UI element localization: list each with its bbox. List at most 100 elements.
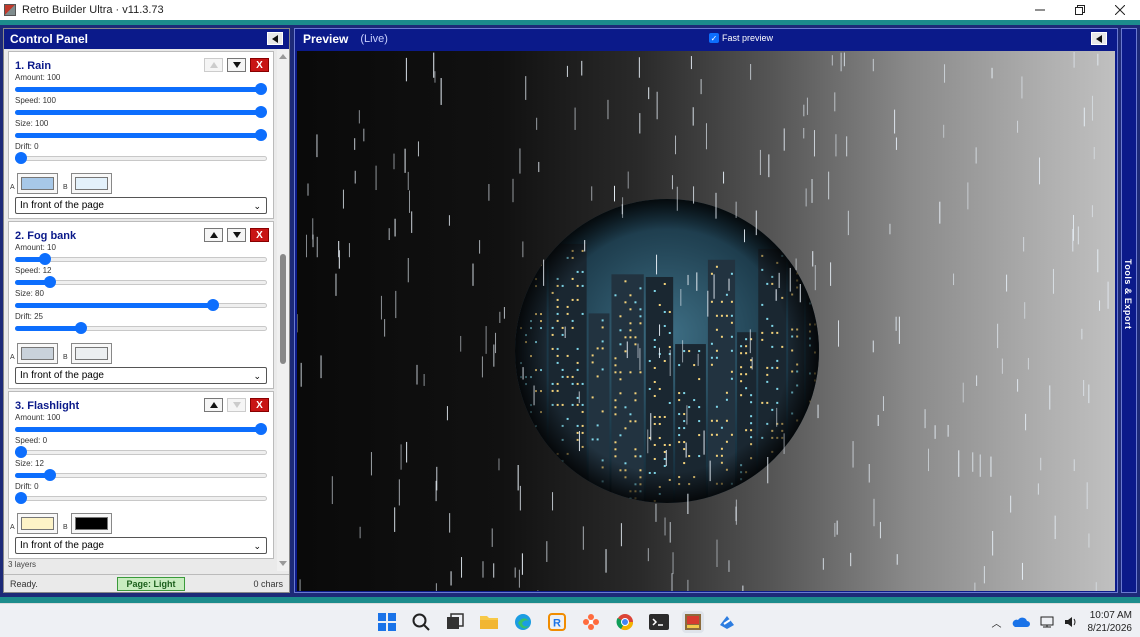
layer-list: 1. Rain X Amount: 100 Speed: 100 Size: 1…: [8, 51, 274, 561]
collapse-preview-button[interactable]: [1091, 32, 1107, 45]
building-window: [818, 351, 819, 354]
slider-thumb[interactable]: [255, 129, 267, 141]
scroll-up-icon[interactable]: [279, 54, 287, 59]
volume-icon[interactable]: [1064, 616, 1078, 628]
layers-scroll-area[interactable]: 1. Rain X Amount: 100 Speed: 100 Size: 1…: [4, 49, 289, 571]
file-explorer-button[interactable]: [478, 611, 500, 633]
layer-slider[interactable]: [15, 423, 267, 435]
collapse-control-panel-button[interactable]: [267, 32, 283, 45]
fast-preview-checkbox[interactable]: ✓: [709, 33, 719, 43]
color-b-swatch[interactable]: [71, 343, 112, 364]
delete-layer-button[interactable]: X: [250, 58, 269, 72]
move-layer-up-button[interactable]: [204, 398, 223, 412]
color-b-swatch[interactable]: [71, 513, 112, 534]
layer-slider[interactable]: [15, 469, 267, 481]
building-window: [771, 471, 774, 474]
building-window: [791, 440, 794, 443]
onedrive-icon[interactable]: [1012, 616, 1030, 628]
building-window: [771, 492, 774, 495]
edge-browser-button[interactable]: [512, 611, 534, 633]
remote-app-button[interactable]: [716, 611, 738, 633]
restore-button[interactable]: [1060, 0, 1100, 20]
building-window: [530, 236, 532, 239]
layers-scrollbar[interactable]: [277, 49, 289, 571]
slider-thumb[interactable]: [255, 106, 267, 118]
building-window: [813, 421, 816, 424]
slider-thumb[interactable]: [255, 423, 267, 435]
color-b-label: B: [63, 354, 68, 361]
slider-thumb[interactable]: [255, 83, 267, 95]
layer-slider[interactable]: [15, 253, 267, 265]
chevron-down-icon: ⌄: [253, 201, 261, 211]
delete-layer-button[interactable]: X: [250, 398, 269, 412]
layer-position-select[interactable]: In front of the page ⌄: [15, 537, 267, 554]
terminal-button[interactable]: [648, 611, 670, 633]
layer-position-select[interactable]: In front of the page ⌄: [15, 367, 267, 384]
layer-position-value: In front of the page: [20, 200, 104, 211]
page-badge[interactable]: Page: Light: [117, 577, 185, 591]
layer-slider[interactable]: [15, 129, 267, 141]
fast-preview-toggle[interactable]: ✓ Fast preview: [709, 33, 773, 43]
app-icon: [4, 4, 16, 16]
r-app-button[interactable]: R: [546, 611, 568, 633]
layer-slider[interactable]: [15, 322, 267, 334]
retro-builder-icon: [685, 614, 701, 630]
slider-thumb[interactable]: [207, 299, 219, 311]
building-window: [715, 496, 718, 499]
slider-thumb[interactable]: [15, 152, 27, 164]
slider-thumb[interactable]: [75, 322, 87, 334]
control-panel-header: Control Panel: [4, 29, 289, 49]
slider-label: Amount: 100: [15, 73, 61, 82]
color-a-swatch[interactable]: [17, 343, 58, 364]
flower-app-button[interactable]: [580, 611, 602, 633]
slider-thumb[interactable]: [43, 276, 56, 288]
building-window: [818, 267, 819, 270]
building-window: [808, 477, 811, 480]
layer-position-select[interactable]: In front of the page ⌄: [15, 197, 267, 214]
color-a-swatch[interactable]: [17, 513, 58, 534]
preview-canvas[interactable]: [297, 51, 1115, 591]
building-window: [791, 454, 794, 457]
building-window: [776, 464, 779, 467]
layer-slider[interactable]: [15, 299, 267, 311]
building-window: [698, 504, 700, 506]
building-window: [818, 358, 819, 361]
slider-thumb[interactable]: [15, 492, 27, 504]
slider-thumb[interactable]: [39, 253, 51, 265]
slider-label: Amount: 100: [15, 413, 61, 422]
slider-thumb[interactable]: [43, 469, 56, 481]
task-view-button[interactable]: [444, 611, 466, 633]
layer-slider[interactable]: [15, 152, 267, 164]
show-hidden-icons-icon[interactable]: ︿: [992, 615, 1002, 630]
move-layer-up-button[interactable]: [204, 228, 223, 242]
retro-builder-taskbar-button[interactable]: [682, 611, 704, 633]
move-layer-down-button[interactable]: [227, 228, 246, 242]
layer-slider[interactable]: [15, 276, 267, 288]
scroll-down-icon[interactable]: [279, 561, 287, 566]
building-window: [824, 288, 826, 290]
move-layer-down-button[interactable]: [227, 58, 246, 72]
triangle-left-icon: [272, 34, 278, 43]
clock[interactable]: 10:07 AM 8/21/2026: [1088, 609, 1133, 635]
layer-slider[interactable]: [15, 446, 267, 458]
layer-slider[interactable]: [15, 83, 267, 95]
building-window: [818, 498, 819, 501]
building-window: [808, 463, 811, 466]
color-b-swatch[interactable]: [71, 173, 112, 194]
start-button[interactable]: [376, 611, 398, 633]
delete-layer-button[interactable]: X: [250, 228, 269, 242]
window-title: Retro Builder Ultra · v11.3.73: [22, 4, 164, 16]
chrome-button[interactable]: [614, 611, 636, 633]
scrollbar-thumb[interactable]: [280, 254, 286, 364]
layer-slider[interactable]: [15, 492, 267, 504]
minimize-button[interactable]: [1020, 0, 1060, 20]
network-icon[interactable]: [1040, 616, 1054, 628]
layer-slider[interactable]: [15, 106, 267, 118]
building-window: [808, 428, 811, 431]
color-a-swatch[interactable]: [17, 173, 58, 194]
search-button[interactable]: [410, 611, 432, 633]
slider-thumb[interactable]: [15, 446, 27, 458]
status-text: Ready.: [10, 579, 38, 589]
tools-export-panel[interactable]: Tools & Export: [1121, 28, 1137, 593]
close-window-button[interactable]: [1100, 0, 1140, 20]
